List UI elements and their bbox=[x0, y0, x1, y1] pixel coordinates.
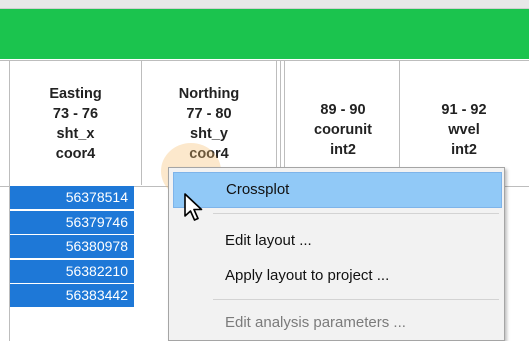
header-line: int2 bbox=[330, 141, 356, 158]
header-line: 73 - 76 bbox=[52, 105, 99, 122]
mouse-pointer-icon bbox=[184, 193, 203, 221]
header-line: coorunit bbox=[314, 121, 372, 138]
header-line: coor4 bbox=[55, 145, 96, 162]
header-line: 91 - 92 bbox=[441, 101, 487, 118]
table-cell[interactable]: 56379746 bbox=[10, 210, 134, 234]
header-line: sht_y bbox=[190, 125, 228, 142]
menu-item-crossplot[interactable]: Crossplot bbox=[173, 172, 502, 208]
table-cell[interactable]: 56383442 bbox=[10, 284, 134, 308]
table-cell[interactable]: 56378514 bbox=[10, 186, 134, 209]
table-cell[interactable]: 56382210 bbox=[10, 259, 134, 283]
header-line: Northing bbox=[178, 85, 240, 102]
column-divider bbox=[141, 60, 142, 185]
header-line: 77 - 80 bbox=[186, 105, 232, 122]
header-line: Easting bbox=[49, 85, 102, 102]
header-line: wvel bbox=[448, 121, 480, 138]
menu-item-edit-layout[interactable]: Edit layout ... bbox=[173, 223, 502, 259]
menu-separator bbox=[213, 299, 499, 300]
menu-item-apply-layout[interactable]: Apply layout to project ... bbox=[173, 258, 502, 294]
header-line: 89 - 90 bbox=[320, 101, 366, 118]
easting-column-cells: 56378514 56379746 56380978 56382210 5638… bbox=[10, 186, 134, 309]
table-cell[interactable]: 56380978 bbox=[10, 235, 134, 259]
header-line: int2 bbox=[451, 141, 477, 158]
menu-item-edit-analysis-parameters: Edit analysis parameters ... bbox=[225, 314, 406, 331]
top-strip bbox=[0, 0, 529, 9]
column-header-easting[interactable]: Easting 73 - 76 sht_x coor4 bbox=[10, 61, 141, 186]
title-bar bbox=[0, 9, 529, 59]
menu-separator bbox=[213, 213, 499, 214]
context-menu: Crossplot Edit layout ... Apply layout t… bbox=[168, 167, 505, 341]
header-line: sht_x bbox=[56, 125, 95, 142]
